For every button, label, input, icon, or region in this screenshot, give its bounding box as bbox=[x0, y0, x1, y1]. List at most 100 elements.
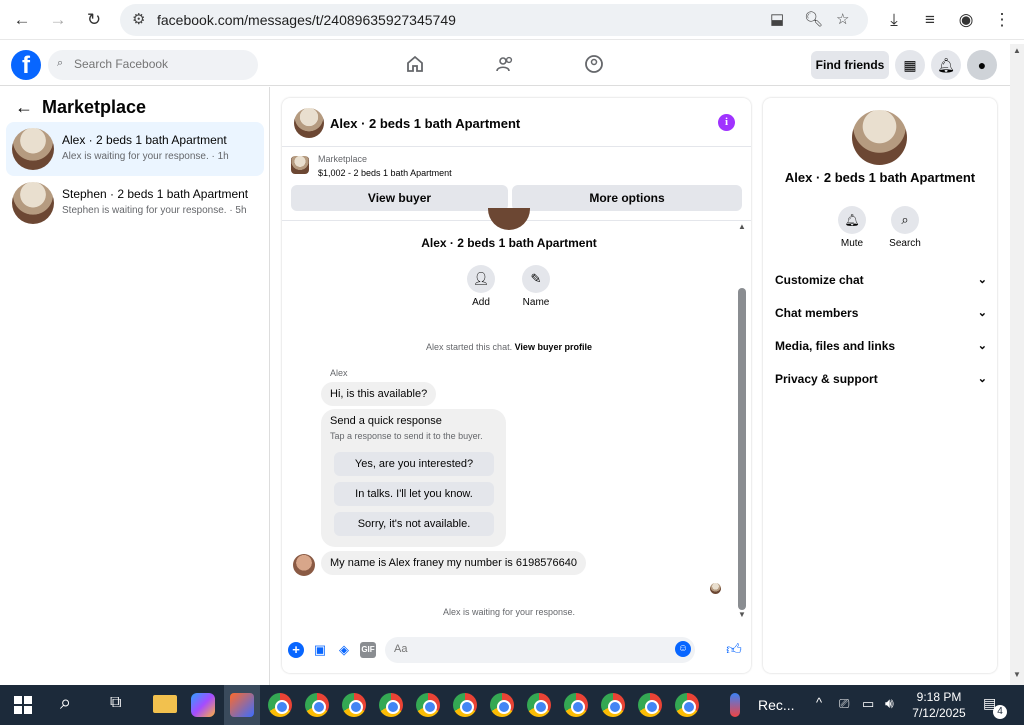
search-input[interactable] bbox=[74, 57, 244, 71]
chrome-icon[interactable] bbox=[379, 693, 403, 717]
find-friends-button[interactable]: Find friends bbox=[811, 51, 889, 79]
chevron-down-icon: ⌄ bbox=[977, 307, 987, 319]
scroll-down-icon[interactable]: ▼ bbox=[738, 610, 746, 619]
windows-start-icon[interactable] bbox=[14, 696, 32, 714]
chat-members-row[interactable]: Chat members ⌄ bbox=[775, 301, 987, 325]
friends-icon[interactable] bbox=[495, 54, 515, 74]
message-bubble[interactable]: Hi, is this available? bbox=[321, 382, 437, 406]
zoom-icon[interactable]: 🔍︎ bbox=[804, 10, 823, 28]
customize-chat-row[interactable]: Customize chat ⌄ bbox=[775, 268, 987, 292]
site-info-icon[interactable]: ⚙ bbox=[132, 10, 145, 28]
listing-price[interactable]: $1,002 - 2 beds 1 bath Apartment bbox=[318, 168, 452, 178]
quick-response-option[interactable]: In talks. I'll let you know. bbox=[334, 482, 494, 506]
chrome-icon[interactable] bbox=[342, 693, 366, 717]
conversation-item[interactable]: Stephen · 2 beds 1 bath Apartment Stephe… bbox=[6, 176, 264, 230]
info-icon[interactable]: i bbox=[718, 114, 735, 131]
facebook-logo[interactable]: f bbox=[11, 50, 41, 80]
privacy-support-row[interactable]: Privacy & support ⌄ bbox=[775, 367, 987, 391]
chrome-icon[interactable] bbox=[638, 693, 662, 717]
groups-icon[interactable] bbox=[584, 54, 604, 74]
sticker-icon[interactable]: ◈ bbox=[336, 642, 352, 658]
chrome-icon[interactable] bbox=[564, 693, 588, 717]
reload-icon[interactable]: ↻ bbox=[82, 8, 106, 32]
add-person-icon[interactable]: 👤︎ bbox=[467, 265, 495, 293]
facebook-search[interactable]: ⌕ bbox=[48, 50, 258, 80]
recording-label[interactable]: Rec... bbox=[758, 697, 795, 713]
plus-icon[interactable]: + bbox=[288, 642, 304, 658]
quick-response-option[interactable]: Yes, are you interested? bbox=[334, 452, 494, 476]
meet-icon[interactable]: ⎚ bbox=[839, 696, 849, 712]
mute-bell-icon[interactable]: 🔔︎ bbox=[838, 206, 866, 234]
scroll-up-icon[interactable]: ▲ bbox=[738, 222, 746, 231]
back-icon[interactable]: ← bbox=[10, 8, 34, 32]
chevron-up-icon[interactable]: ^ bbox=[816, 695, 822, 710]
notifications-bell-icon[interactable]: 🔔︎ bbox=[931, 50, 961, 80]
chrome-icon[interactable] bbox=[416, 693, 440, 717]
chrome-icon[interactable] bbox=[601, 693, 625, 717]
search-icon[interactable]: ⌕ bbox=[891, 206, 919, 234]
view-buyer-profile-link[interactable]: View buyer profile bbox=[515, 342, 592, 352]
thermometer-icon[interactable] bbox=[730, 693, 740, 717]
task-view-icon[interactable]: ⧉ bbox=[110, 694, 121, 712]
chevron-down-icon: ⌄ bbox=[977, 340, 987, 352]
more-options-button[interactable]: More options bbox=[512, 185, 742, 211]
conversation-title: Stephen · 2 beds 1 bath Apartment bbox=[62, 187, 249, 201]
section-label: Media, files and links bbox=[775, 339, 896, 353]
conversation-status: Stephen is waiting for your response. · … bbox=[62, 205, 247, 216]
conversation-status: Alex is waiting for your response. · 1h bbox=[62, 151, 229, 162]
chat-details-panel: Alex · 2 beds 1 bath Apartment 🔔︎ Mute ⌕… bbox=[763, 98, 997, 673]
scroll-up-icon[interactable]: ▲ bbox=[1013, 46, 1021, 55]
address-bar[interactable]: ⚙ facebook.com/messages/t/24089635927345… bbox=[120, 4, 868, 36]
file-explorer-icon[interactable] bbox=[153, 695, 177, 713]
chrome-icon[interactable] bbox=[527, 693, 551, 717]
sender-avatar bbox=[293, 554, 315, 576]
downloads-icon[interactable]: ⤓ bbox=[882, 8, 906, 32]
media-files-links-row[interactable]: Media, files and links ⌄ bbox=[775, 334, 987, 358]
menu-icon[interactable]: ⋮ bbox=[990, 8, 1014, 32]
quick-response-option[interactable]: Sorry, it's not available. bbox=[334, 512, 494, 536]
edit-name-icon[interactable]: ✎ bbox=[522, 265, 550, 293]
message-composer[interactable]: ☺ bbox=[385, 637, 695, 663]
contact-avatar[interactable] bbox=[852, 110, 907, 165]
chat-scrollbar[interactable]: ▲ ▼ bbox=[738, 222, 746, 619]
scroll-down-icon[interactable]: ▼ bbox=[1013, 670, 1021, 679]
thumbs-up-icon[interactable]: 👍︎ bbox=[726, 642, 742, 658]
app-icon[interactable] bbox=[230, 693, 254, 717]
home-icon[interactable] bbox=[405, 54, 425, 74]
volume-icon[interactable]: 🔊︎ bbox=[885, 695, 894, 712]
chrome-icon[interactable] bbox=[453, 693, 477, 717]
search-icon[interactable]: ⌕ bbox=[60, 692, 71, 715]
menu-grid-icon[interactable]: ▦ bbox=[895, 50, 925, 80]
view-buyer-button[interactable]: View buyer bbox=[291, 185, 508, 211]
media-control-icon[interactable]: ≡ bbox=[918, 8, 942, 32]
message-bubble[interactable]: My name is Alex franey my number is 6198… bbox=[321, 551, 587, 575]
chat-header-title[interactable]: Alex · 2 beds 1 bath Apartment bbox=[330, 116, 520, 131]
emoji-icon[interactable]: ☺ bbox=[675, 641, 691, 657]
network-icon[interactable]: ▭ bbox=[862, 696, 874, 712]
profile-name: Alex · 2 beds 1 bath Apartment bbox=[421, 236, 597, 250]
section-label: Customize chat bbox=[775, 273, 864, 287]
back-arrow-icon[interactable]: ← bbox=[15, 97, 33, 118]
account-avatar[interactable]: ● bbox=[967, 50, 997, 80]
contact-name: Alex · 2 beds 1 bath Apartment bbox=[784, 170, 976, 185]
chrome-icon[interactable] bbox=[675, 693, 699, 717]
conversation-item[interactable]: Alex · 2 beds 1 bath Apartment Alex is w… bbox=[6, 122, 264, 176]
message-input[interactable] bbox=[394, 643, 644, 655]
chrome-icon[interactable] bbox=[268, 693, 292, 717]
mute-label: Mute bbox=[840, 238, 864, 249]
clock[interactable]: 9:18 PM 7/12/2025 bbox=[906, 689, 972, 721]
forward-icon[interactable]: → bbox=[46, 8, 70, 32]
bookmark-star-icon[interactable]: ☆ bbox=[836, 10, 849, 28]
gif-icon[interactable]: GIF bbox=[360, 642, 376, 658]
chrome-icon[interactable] bbox=[305, 693, 329, 717]
profile-icon[interactable]: ◉ bbox=[954, 8, 978, 32]
seen-avatar bbox=[710, 583, 721, 594]
page-scrollbar[interactable]: ▲ ▼ bbox=[1010, 44, 1024, 685]
install-app-icon[interactable]: ⬓ bbox=[770, 10, 784, 28]
chrome-icon[interactable] bbox=[490, 693, 514, 717]
photo-icon[interactable]: ▣ bbox=[312, 642, 328, 658]
copilot-icon[interactable] bbox=[191, 693, 215, 717]
chat-avatar[interactable] bbox=[294, 108, 324, 138]
scroll-thumb[interactable] bbox=[738, 288, 746, 610]
url-text[interactable]: facebook.com/messages/t/2408963592734574… bbox=[157, 12, 456, 28]
